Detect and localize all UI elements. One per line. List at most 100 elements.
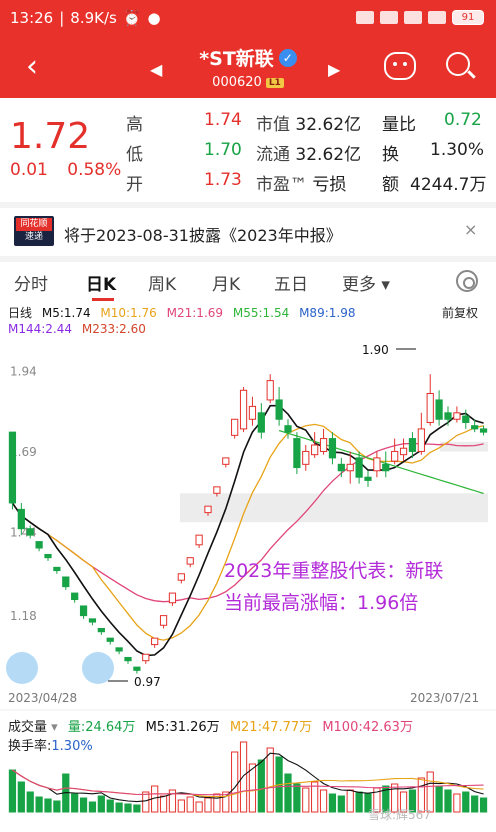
volume-title[interactable]: 成交量	[8, 720, 47, 735]
candle	[177, 573, 185, 581]
x-tick-end: 2023/07/21	[410, 691, 479, 705]
candle	[391, 450, 399, 462]
volume-bar	[106, 799, 114, 813]
overlay-text-1: 2023年重整股代表：新联	[224, 560, 444, 582]
volume-bar	[124, 803, 132, 813]
x-tick-start: 2023/04/28	[8, 691, 77, 705]
candle	[35, 541, 43, 549]
candle	[435, 399, 443, 420]
candle	[471, 425, 479, 430]
volume-bar	[453, 793, 461, 813]
candle	[479, 428, 488, 433]
volume-bar	[159, 795, 168, 813]
volume-bar	[186, 796, 194, 813]
candle	[462, 415, 470, 423]
volume-bar	[8, 769, 17, 813]
candle	[62, 576, 70, 588]
candle	[373, 457, 381, 472]
volume-bar	[435, 785, 443, 813]
candle	[399, 447, 408, 456]
candle	[186, 557, 194, 565]
overlay-text-2: 当前最高涨幅：1.96倍	[224, 592, 419, 614]
candle	[168, 592, 177, 604]
volume-bar	[462, 791, 470, 813]
candle	[142, 653, 150, 662]
candle	[213, 486, 221, 494]
volume-bar	[444, 789, 452, 813]
y-tick-label: 1.94	[10, 364, 37, 378]
candle	[337, 463, 345, 472]
volume-bar	[204, 797, 212, 813]
candle	[204, 505, 212, 514]
volume-bar	[177, 799, 185, 813]
event-badge-icon	[6, 652, 38, 684]
candle	[26, 528, 34, 536]
candle	[239, 389, 248, 430]
watermark: 雪球:辉567	[368, 808, 431, 822]
volume-bar	[319, 789, 328, 813]
candle	[79, 605, 88, 617]
candle	[257, 412, 265, 433]
candle	[275, 399, 283, 420]
candle	[17, 508, 25, 530]
candle	[346, 463, 354, 472]
high-annotation: 1.90	[362, 343, 389, 357]
candle	[124, 656, 132, 662]
volume-bar	[231, 751, 239, 813]
ma55-line	[278, 429, 484, 495]
candle	[417, 428, 425, 452]
candle	[195, 534, 203, 546]
volume-bar	[346, 789, 354, 813]
volume-bar	[248, 763, 257, 813]
candle	[88, 618, 97, 623]
candle	[293, 438, 301, 469]
volume-bar	[266, 747, 274, 813]
volume-bar	[239, 741, 248, 813]
volume-bar	[88, 801, 97, 813]
event-badge-icon	[82, 652, 114, 684]
candle	[284, 425, 292, 433]
volume-bar	[328, 793, 337, 813]
volume-bar	[35, 796, 43, 813]
volume-bar	[71, 793, 79, 813]
volume-bar	[355, 791, 363, 813]
candle	[222, 457, 230, 465]
volume-bar	[479, 797, 488, 813]
candle	[248, 405, 257, 420]
kline-chart[interactable]: 1.941.691.441.182023/04/28 2023/07/211.90…	[0, 0, 496, 832]
candle	[71, 592, 79, 601]
volume-bar	[79, 797, 88, 813]
volume-bar	[26, 791, 34, 813]
volume-legend: 成交量 ▾ 量:24.64万 M5:31.26万 M21:47.77万 M100…	[8, 720, 413, 735]
volume-bar	[293, 783, 301, 813]
candle	[328, 438, 337, 459]
candle	[364, 476, 372, 481]
volume-ma100: M100:42.63万	[322, 720, 413, 735]
turnover-rate-label: 换手率:	[8, 739, 52, 754]
candle	[319, 438, 328, 452]
candle	[159, 615, 168, 626]
candle	[115, 647, 123, 652]
volume-bar	[133, 804, 141, 813]
y-tick-label: 1.18	[10, 609, 37, 623]
candle	[382, 463, 390, 472]
candle	[44, 553, 52, 559]
candle	[106, 637, 114, 642]
candle	[53, 566, 61, 572]
volume-bar	[337, 795, 345, 813]
volume-bar	[17, 781, 25, 813]
volume-bar	[97, 795, 105, 813]
candle	[97, 627, 105, 633]
volume-bar	[53, 800, 61, 813]
candle	[133, 666, 141, 671]
volume-ma21: M21:47.77万	[229, 720, 313, 735]
candle	[453, 412, 461, 420]
volume-bar	[471, 795, 479, 813]
candle	[426, 393, 434, 423]
volume-ma5: M5:31.26万	[145, 720, 220, 735]
stock-detail-screen: 13:26 | 8.9K/s ⏰ ● 91 ‹ ◀ *ST新联 ✓ 000620…	[0, 0, 496, 832]
candle	[231, 418, 239, 436]
volume-bar	[195, 801, 203, 813]
candle	[151, 637, 159, 646]
volume-bar	[257, 759, 265, 813]
